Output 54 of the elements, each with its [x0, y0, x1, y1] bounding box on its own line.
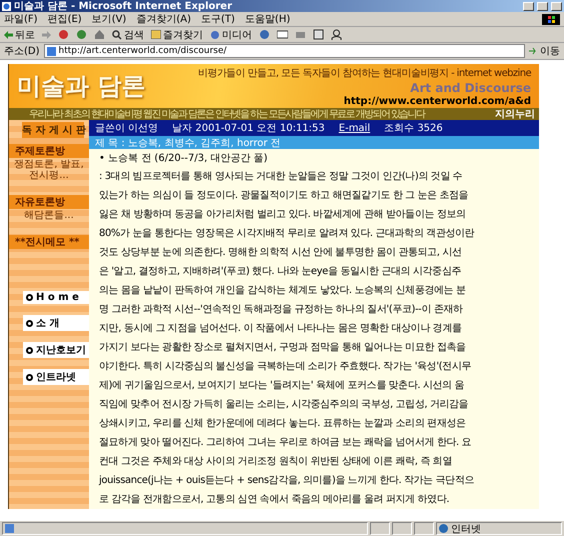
date-text: 날자 2001-07-01 오전 10:11:53	[172, 122, 325, 135]
close-button[interactable]	[551, 2, 562, 10]
menu-item[interactable]: 즐겨찾기(A)	[136, 12, 191, 26]
messenger-icon[interactable]	[331, 29, 342, 40]
browser-icon	[2, 2, 11, 10]
post-subject: 제 목 : 노승복, 최병수, 김주희, horror 전	[89, 136, 539, 149]
search-icon	[112, 30, 122, 40]
address-label: 주소(D)	[4, 45, 40, 58]
section-title[interactable]: 주제토론방	[9, 144, 89, 158]
menu-item[interactable]: 도움말(H)	[244, 12, 290, 26]
section-title[interactable]: **전시메모 **	[9, 235, 89, 249]
strip-link[interactable]: 지의누리	[495, 107, 535, 121]
menu-item[interactable]: 도구(T)	[201, 12, 235, 26]
menu-item[interactable]: 편집(E)	[48, 12, 82, 26]
back-button[interactable]: 뒤로	[4, 28, 35, 42]
section-link[interactable]: 쟁점토론, 발표, 전시평...	[9, 159, 89, 181]
zone-text: 인터넷	[451, 522, 481, 536]
maximize-button[interactable]	[537, 2, 548, 10]
site-url: http://www.centerworld.com/a&d	[344, 96, 531, 106]
site-title: Art and Discourse	[410, 80, 531, 94]
views-text: 조회수 3526	[384, 122, 443, 135]
globe-icon	[439, 524, 448, 533]
tagline: 비평가들이 만들고, 모든 독자들이 참여하는 현대미술비평지 - internet webzine	[198, 66, 531, 80]
sidebar-heading: 독 자 게 시 판	[22, 122, 84, 138]
back-arrow-icon	[4, 30, 13, 38]
page-icon	[46, 46, 56, 56]
nav-button[interactable]: 소 개	[23, 315, 89, 331]
go-arrow-icon	[529, 46, 538, 56]
section-link[interactable]: 해담론들...	[24, 210, 74, 221]
media-button[interactable]: 미디어	[210, 28, 252, 42]
windows-logo-icon	[542, 14, 560, 24]
post-title: • 노승복 전 (6/20--7/3, 대안공간 풀)	[98, 152, 269, 166]
status-panel	[414, 522, 434, 535]
email-link[interactable]: E-mail	[338, 122, 370, 134]
favorites-button[interactable]: 즐겨찾기	[151, 28, 203, 42]
window-title: 미술과 담론 - Microsoft Internet Explorer	[14, 0, 234, 13]
notice-text: 우리나라 최초의 현대미술비평 웹진 미술과 담론은 인터넷을 하는 모든사람들에게 무료로 개방되어 있습니다	[29, 108, 424, 121]
nav-button[interactable]: 인트라넷	[23, 369, 89, 385]
nav-button[interactable]: H o m e	[23, 291, 89, 304]
section-title[interactable]: 자유토론방	[9, 195, 89, 209]
menu-item[interactable]: 파일(F)	[4, 12, 38, 26]
nav-button[interactable]: 지난호보기	[23, 342, 89, 358]
post-body: : 3대의 빔프로젝터를 통해 영사되는 거대한 눈알들은 정말 그것이 인간(나)의 것일 수 있는가 하는 의심이 들 정도이다. 광물질적이기도 하고 해면질같기도 한 그 눈은 초점을 잃은 채 방황하며 동공을 아가리처럼 벌리고 있다. 바깥세계에 관해 받아들이는 정보의 80%가 눈을 통한다는 영장목은 시각지배적 무리로 알려져 있다. 근대과학의 객관성이란 것도 상당부분 눈에 의존한다. 명해한 의학적 시선 안에 불투명한 몸이 관통되고, 시선 은 '알고, 결정하고, 지배하려'(푸코) 했다. 나i와 눈eye을 동일시한 근대의 시각중심주 의는 몸을 낱낱이 판독하여 개인을 감식하는 체계도 낳았다. 노승복의 신체풍경에는 분 명 그러한 과학적 시선--'연속적인 독해과정을 규정하는 하나의 질서'(푸코)--이 존재하 지만, 동시에 그 지점을 넘어선다. 이 작품에서 나타나는 몸은 명확한 대상이나 경계를 가지기 보다는 광활한 장소로 펼쳐지면서, 구멍과 점막을 통해 일어나는 미묘한 접촉을 야기한다. 특히 시각중심의 불신성을 극복하는데 소리가 주효했다. 작가는 '육성'(전시무 제)에 귀기울임으로서, 보여지기 보다는 '들려지는' 육체에 포커스를 맞춘다. 시선의 움 직임에 맞추어 전시장 가득히 울리는 소리는, 시각중심주의의 국부성, 고립성, 거리감을 상쇄시키고, 우리를 신체 한가운데에 데려다 놓는다. 표류하는 눈깔과 소리의 편재성은 절묘하게 맞아 떨어진다. 그리하여 그녀는 우리로 하여금 보는 쾌락을 넘어서게 한다. 요 컨대 그것은 주체와 대상 사이의 거리조정 원칙이 위반된 상태에 이른 쾌락, 즉 희열 jouissance(j나는 + ouis듣는다 + sens감각을, 의미를)을 느끼게 한다. 작가는 극단적으 로 감각을 전개함으로서, 고통의 심연 속에서 죽음의 메아리를 울려 퍼지게 하였다.	[98, 170, 476, 507]
menu-item[interactable]: 보기(V)	[92, 12, 126, 26]
go-button[interactable]: 이동	[529, 44, 560, 58]
status-panel	[370, 522, 390, 535]
search-button[interactable]: 검색	[112, 28, 144, 42]
home-icon[interactable]	[94, 29, 105, 40]
minimize-button[interactable]	[523, 2, 534, 10]
author-text: 글쓴이 이선영	[95, 122, 158, 135]
address-field[interactable]: http://art.centerworld.com/discourse/	[44, 44, 525, 58]
page-icon	[5, 524, 14, 533]
folder-icon	[151, 30, 161, 39]
status-panel	[392, 522, 412, 535]
